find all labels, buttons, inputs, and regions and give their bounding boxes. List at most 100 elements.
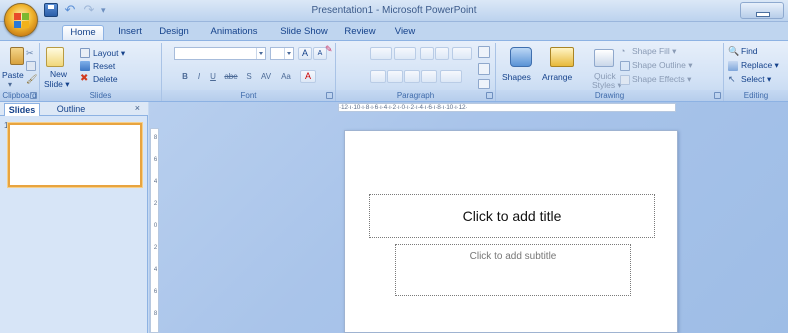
shape-effects-button[interactable]: Shape Effects ▾ bbox=[632, 74, 691, 85]
smartart-convert-icon[interactable] bbox=[478, 79, 490, 89]
paragraph-group-label: Paragraph bbox=[336, 90, 495, 101]
tab-home[interactable]: Home bbox=[62, 25, 104, 40]
replace-icon bbox=[728, 61, 738, 71]
tab-insert[interactable]: Insert bbox=[112, 25, 148, 40]
replace-button[interactable]: Replace ▾ bbox=[741, 60, 779, 71]
align-left-button[interactable] bbox=[370, 70, 386, 83]
numbering-button[interactable] bbox=[394, 47, 416, 60]
align-right-button[interactable] bbox=[404, 70, 420, 83]
font-group-label: Font bbox=[162, 90, 335, 101]
paragraph-group: Paragraph bbox=[336, 43, 496, 101]
find-button[interactable]: Find bbox=[741, 46, 758, 56]
grow-font-button[interactable]: A bbox=[298, 47, 312, 60]
slide-canvas[interactable]: Click to add title Click to add subtitle bbox=[344, 130, 678, 333]
font-group: A A ✎ B I U abe S AV Aa A Font bbox=[162, 43, 336, 101]
strikethrough-button[interactable]: abe bbox=[222, 71, 240, 83]
font-color-button[interactable]: A bbox=[300, 70, 316, 83]
ribbon: Paste ▾ ✂ 🖌 Clipboard New Slide ▾ Layout… bbox=[0, 40, 788, 102]
paste-dropdown-icon[interactable]: ▾ bbox=[8, 80, 12, 89]
change-case-button[interactable]: Aa bbox=[278, 71, 294, 83]
line-spacing-button[interactable] bbox=[452, 47, 472, 60]
drawing-group-label: Drawing bbox=[496, 90, 723, 101]
drawing-group: Shapes Arrange Quick Styles ▾ ◔ Shape Fi… bbox=[496, 43, 724, 101]
font-launcher-icon[interactable] bbox=[326, 92, 333, 99]
find-icon: 🔍 bbox=[728, 46, 740, 56]
bullets-button[interactable] bbox=[370, 47, 392, 60]
tab-animations[interactable]: Animations bbox=[206, 25, 262, 40]
character-spacing-button[interactable]: AV bbox=[258, 71, 274, 83]
align-center-button[interactable] bbox=[387, 70, 403, 83]
align-text-icon[interactable] bbox=[478, 63, 490, 75]
reset-icon bbox=[80, 61, 90, 71]
subtitle-placeholder[interactable]: Click to add subtitle bbox=[395, 244, 631, 296]
panel-close-icon[interactable]: × bbox=[135, 103, 140, 113]
italic-button[interactable]: I bbox=[194, 71, 204, 83]
clipboard-group: Paste ▾ ✂ 🖌 Clipboard bbox=[0, 43, 40, 101]
tab-slides[interactable]: Slides bbox=[4, 103, 40, 116]
shapes-icon[interactable] bbox=[510, 47, 532, 67]
tab-slide-show[interactable]: Slide Show bbox=[276, 25, 332, 40]
vruler-tick-label: 4 bbox=[153, 267, 158, 273]
vruler-tick-label: 2 bbox=[153, 245, 158, 251]
layout-button[interactable]: Layout ▾ bbox=[93, 48, 125, 59]
window-title: Presentation1 - Microsoft PowerPoint bbox=[311, 5, 477, 16]
vruler-tick-label: 4 bbox=[153, 179, 158, 185]
decrease-indent-button[interactable] bbox=[420, 47, 434, 60]
ribbon-tabs: Home Insert Design Animations Slide Show… bbox=[0, 22, 788, 40]
vertical-ruler: 8 6 4 2 0 2 4 6 8 bbox=[150, 128, 159, 333]
clipboard-launcher-icon[interactable] bbox=[30, 92, 37, 99]
columns-button[interactable] bbox=[440, 70, 462, 83]
cut-icon[interactable]: ✂ bbox=[26, 48, 36, 58]
shapes-button[interactable]: Shapes bbox=[502, 72, 531, 82]
editing-group: 🔍 Find Replace ▾ ↖ Select ▾ Editing bbox=[724, 43, 788, 101]
new-slide-button[interactable]: New bbox=[50, 69, 67, 79]
new-slide-icon[interactable] bbox=[46, 47, 64, 67]
select-button[interactable]: Select ▾ bbox=[741, 74, 771, 85]
delete-icon: ✖ bbox=[80, 73, 89, 84]
arrange-icon[interactable] bbox=[550, 47, 574, 67]
new-slide-dropdown[interactable]: Slide ▾ bbox=[44, 79, 70, 90]
paste-icon[interactable] bbox=[10, 47, 24, 65]
tab-view[interactable]: View bbox=[390, 25, 420, 40]
format-painter-icon[interactable]: 🖌 bbox=[26, 74, 37, 84]
slides-outline-panel: Slides Outline × 1 bbox=[0, 102, 148, 333]
slides-group-label: Slides bbox=[40, 90, 161, 101]
slide-thumbnail[interactable] bbox=[8, 123, 142, 187]
shape-fill-icon: ◔ bbox=[620, 46, 626, 56]
justify-button[interactable] bbox=[421, 70, 437, 83]
minimize-button[interactable] bbox=[740, 2, 784, 19]
vruler-tick-label: 6 bbox=[153, 289, 158, 295]
shape-fill-button[interactable]: Shape Fill ▾ bbox=[632, 46, 676, 57]
tab-design[interactable]: Design bbox=[154, 25, 194, 40]
delete-button[interactable]: Delete bbox=[93, 74, 118, 84]
tab-outline[interactable]: Outline bbox=[48, 103, 94, 116]
office-button[interactable] bbox=[4, 3, 38, 37]
title-placeholder[interactable]: Click to add title bbox=[369, 194, 655, 238]
vruler-tick-label: 2 bbox=[153, 201, 158, 207]
horizontal-ruler: ·12·ı·10·ı·8·ı·6·ı·4·ı·2·ı·0·ı·2·ı·4·ı·6… bbox=[338, 103, 676, 112]
shape-outline-button[interactable]: Shape Outline ▾ bbox=[632, 60, 693, 71]
slides-group: New Slide ▾ Layout ▾ Reset ✖ Delete Slid… bbox=[40, 43, 162, 101]
increase-indent-button[interactable] bbox=[435, 47, 449, 60]
shape-effects-icon bbox=[620, 75, 630, 85]
text-shadow-button[interactable]: S bbox=[244, 71, 254, 83]
arrange-button[interactable]: Arrange bbox=[542, 72, 572, 82]
underline-button[interactable]: U bbox=[208, 71, 218, 83]
vruler-tick-label: 0 bbox=[153, 223, 158, 229]
paragraph-launcher-icon[interactable] bbox=[486, 92, 493, 99]
panel-tabs: Slides Outline × bbox=[0, 102, 148, 116]
drawing-launcher-icon[interactable] bbox=[714, 92, 721, 99]
copy-icon[interactable] bbox=[26, 61, 36, 71]
editing-group-label: Editing bbox=[724, 90, 788, 101]
clear-formatting-icon[interactable]: ✎ bbox=[325, 44, 334, 56]
font-size-combo[interactable] bbox=[270, 47, 294, 60]
office-logo-icon bbox=[14, 13, 29, 28]
font-name-combo[interactable] bbox=[174, 47, 266, 60]
vruler-tick-label: 6 bbox=[153, 157, 158, 163]
bold-button[interactable]: B bbox=[180, 71, 190, 83]
text-direction-icon[interactable] bbox=[478, 46, 490, 58]
tab-review[interactable]: Review bbox=[342, 25, 378, 40]
reset-button[interactable]: Reset bbox=[93, 61, 115, 71]
paste-button[interactable]: Paste bbox=[2, 70, 24, 80]
quick-styles-icon[interactable] bbox=[594, 49, 614, 67]
